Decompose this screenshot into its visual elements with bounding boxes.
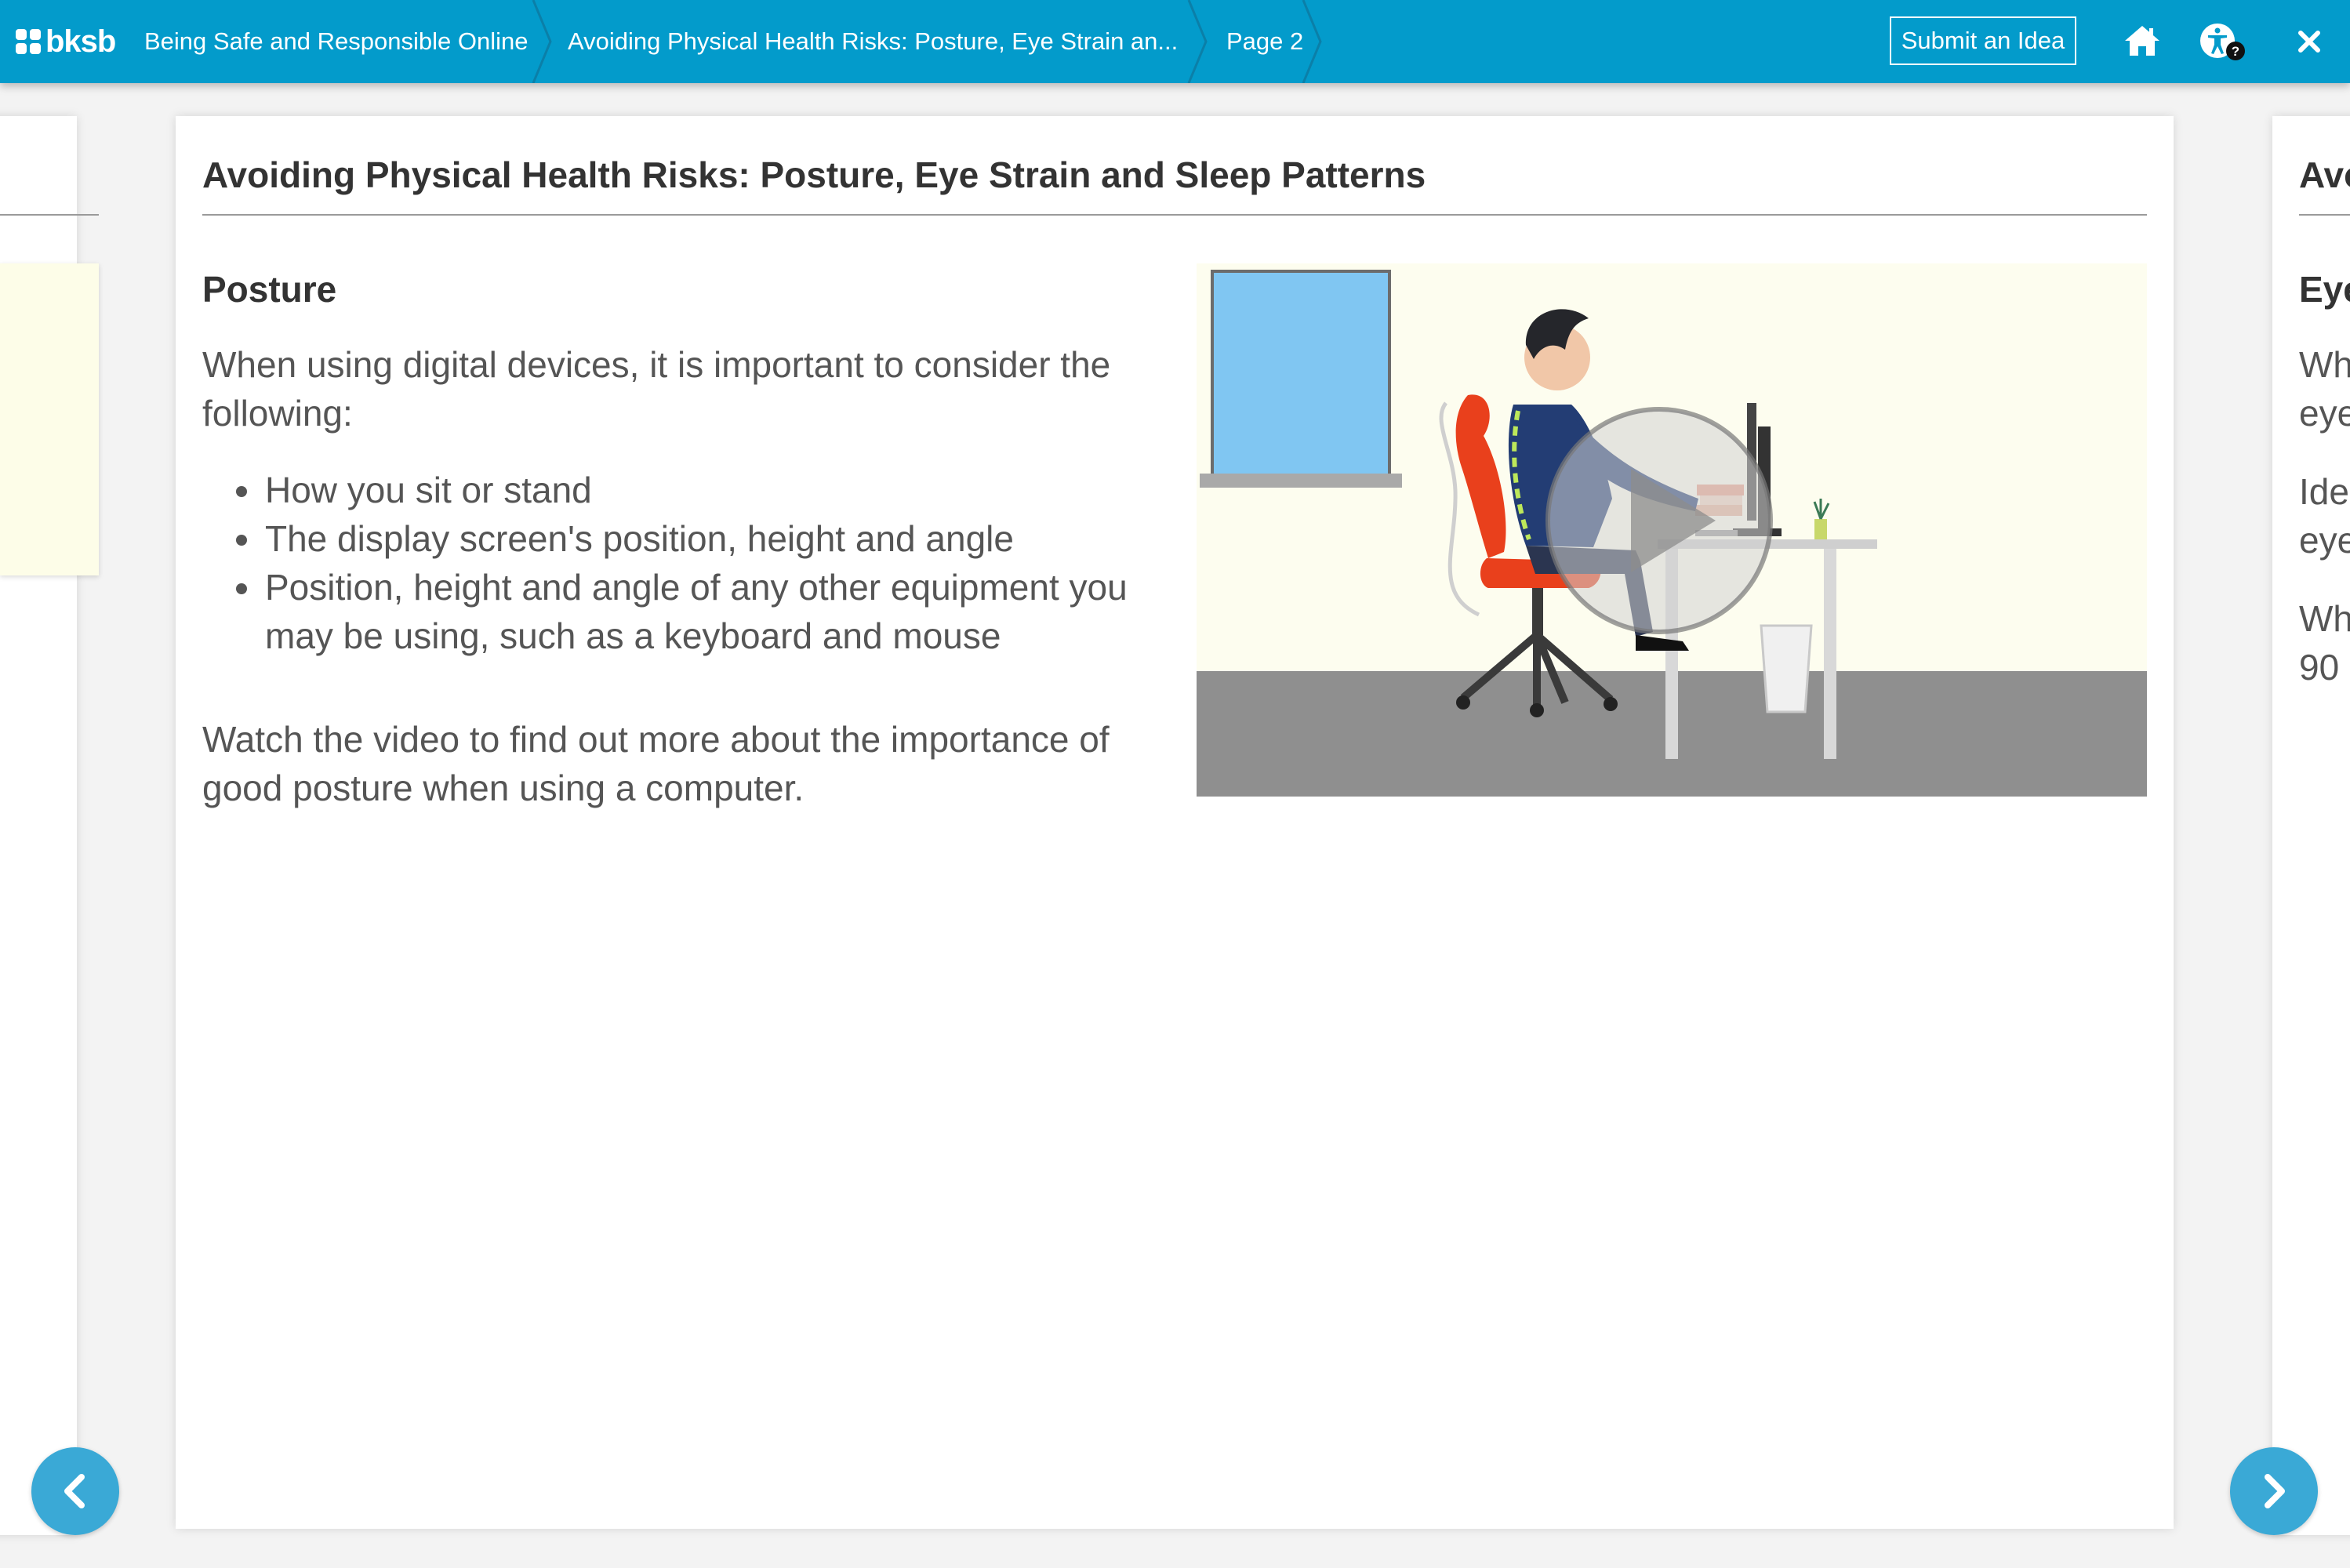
next-card-text: Wh <box>2299 598 2350 639</box>
breadcrumb-separator-icon <box>1302 0 1322 83</box>
close-icon[interactable] <box>2297 30 2321 53</box>
breadcrumb-separator-icon <box>1187 0 1208 83</box>
page-title: Avoiding Physical Health Risks: Posture,… <box>202 154 1426 195</box>
bullet-list: How you sit or stand The display screen'… <box>202 466 1204 660</box>
accessibility-help-icon[interactable]: ? <box>2199 22 2247 63</box>
chevron-right-icon <box>2265 1474 2285 1508</box>
intro-text: When using digital devices, it is import… <box>202 344 1111 434</box>
section-heading: Posture <box>202 269 337 310</box>
content-card: Avoiding Physical Health Risks: Posture,… <box>176 116 2174 1529</box>
home-icon[interactable] <box>2123 24 2161 58</box>
play-icon[interactable] <box>1548 409 1771 632</box>
divider <box>2299 214 2350 216</box>
next-card-text: Wh <box>2299 344 2350 385</box>
list-item: How you sit or stand <box>263 466 1204 514</box>
next-card-heading: Eye <box>2299 269 2350 310</box>
title-divider <box>202 214 2147 216</box>
outro-text: Watch the video to find out more about t… <box>202 719 1110 808</box>
breadcrumb-separator-icon <box>532 0 552 83</box>
next-page-button[interactable] <box>2230 1447 2318 1535</box>
list-item: The display screen's position, height an… <box>263 514 1204 563</box>
list-item: Position, height and angle of any other … <box>263 563 1204 660</box>
breadcrumb-course[interactable]: Being Safe and Responsible Online <box>144 0 528 83</box>
logo-grid-icon <box>16 29 41 54</box>
top-bar: bksb Being Safe and Responsible Online A… <box>0 0 2350 83</box>
breadcrumb-page[interactable]: Page 2 <box>1226 0 1303 83</box>
next-card: Avo Eye Wh eye Ide eye Wh 90 <box>2272 116 2350 1535</box>
svg-text:?: ? <box>2232 44 2239 59</box>
posture-video[interactable] <box>1197 263 2147 797</box>
logo-text: bksb <box>45 24 116 59</box>
previous-card <box>0 116 99 1535</box>
next-card-text: 90 <box>2299 647 2340 688</box>
bksb-logo[interactable]: bksb <box>16 24 116 60</box>
next-card-text: eye <box>2299 520 2350 561</box>
chevron-left-icon <box>64 1474 85 1508</box>
submit-idea-button[interactable]: Submit an Idea <box>1890 16 2076 65</box>
note-panel <box>0 263 99 575</box>
next-card-title: Avo <box>2299 154 2350 195</box>
next-card-text: eye <box>2299 393 2350 434</box>
previous-page-button[interactable] <box>31 1447 119 1535</box>
breadcrumb-lesson[interactable]: Avoiding Physical Health Risks: Posture,… <box>568 0 1178 83</box>
divider <box>0 214 99 216</box>
next-card-text: Ide <box>2299 471 2349 512</box>
